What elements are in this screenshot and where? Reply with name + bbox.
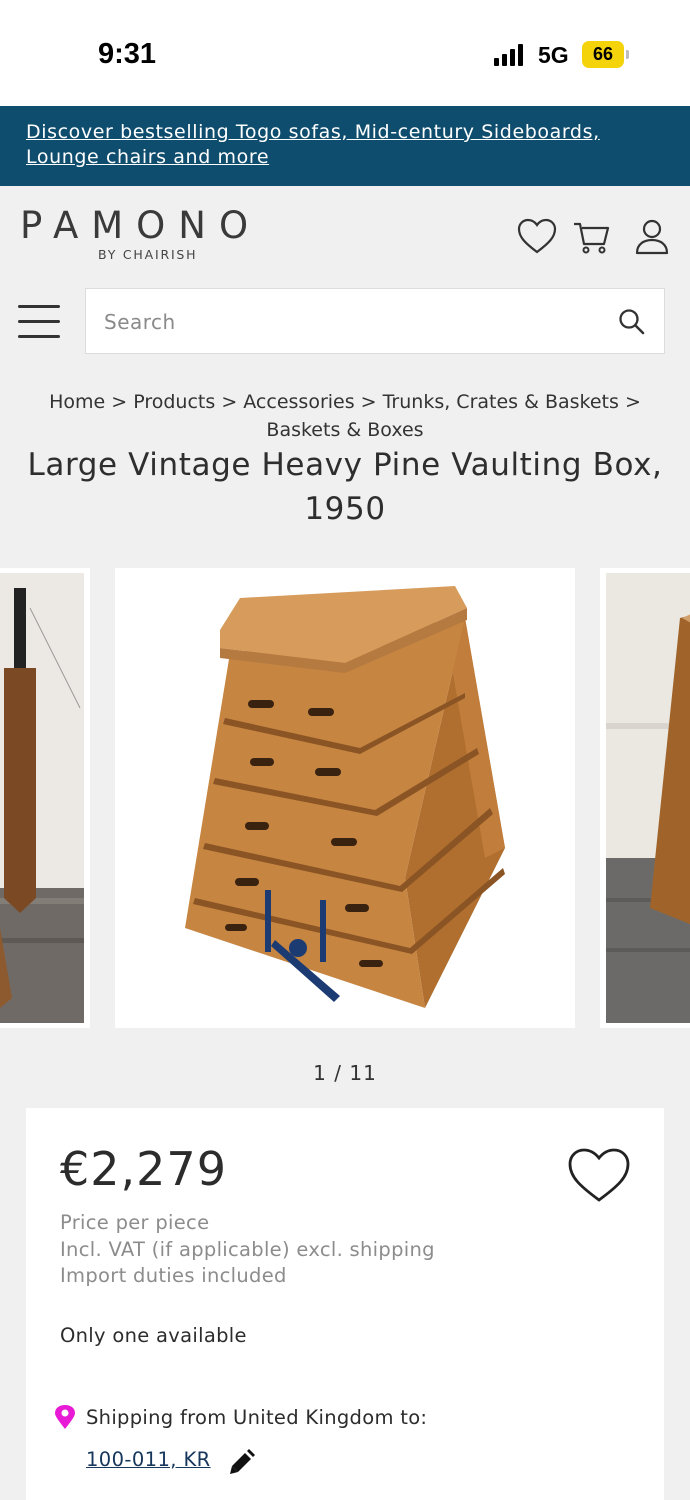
- battery-icon: 66: [582, 41, 624, 68]
- signal-icon: [494, 44, 523, 66]
- gallery-main-image[interactable]: [115, 568, 575, 1028]
- breadcrumb-line2[interactable]: Baskets & Boxes: [10, 416, 680, 444]
- product-price: €2,279: [60, 1142, 227, 1196]
- logo-subtitle: BY CHAIRISH: [98, 247, 198, 262]
- status-time: 9:31: [98, 38, 157, 70]
- promo-link-line2[interactable]: Lounge chairs and more: [26, 146, 269, 168]
- product-title-line2: 1950: [304, 491, 386, 527]
- promo-banner: Discover bestselling Togo sofas, Mid-cen…: [0, 106, 690, 186]
- vat-note: Incl. VAT (if applicable) excl. shipping: [60, 1237, 435, 1261]
- search-input[interactable]: [104, 307, 584, 337]
- favorite-heart-icon[interactable]: [568, 1148, 630, 1204]
- price-per-piece: Price per piece: [60, 1211, 210, 1234]
- search-bar: [85, 288, 665, 354]
- location-pin-icon: [55, 1405, 75, 1429]
- availability: Only one available: [60, 1324, 247, 1347]
- product-title-line1: Large Vintage Heavy Pine Vaulting Box,: [27, 447, 663, 483]
- shipping-label: Shipping from United Kingdom to:: [86, 1405, 428, 1429]
- breadcrumb[interactable]: Home > Products > Accessories > Trunks, …: [10, 388, 680, 444]
- price-card: €2,279 Price per piece Incl. VAT (if app…: [26, 1108, 664, 1500]
- hamburger-menu-icon[interactable]: [18, 305, 60, 339]
- promo-link-line1[interactable]: Discover bestselling Togo sofas, Mid-cen…: [26, 121, 600, 143]
- search-icon[interactable]: [618, 308, 646, 336]
- shipping-info: Shipping from United Kingdom to:: [54, 1404, 427, 1430]
- user-icon[interactable]: [632, 218, 672, 256]
- gallery-next-image[interactable]: [600, 568, 690, 1028]
- site-logo[interactable]: PAMONO: [20, 204, 261, 247]
- battery-tip: [626, 50, 629, 59]
- cart-icon[interactable]: [572, 218, 612, 256]
- price-notes: Price per piece Incl. VAT (if applicable…: [60, 1210, 435, 1290]
- product-title: Large Vintage Heavy Pine Vaulting Box, 1…: [10, 443, 680, 531]
- image-gallery[interactable]: [0, 568, 690, 1028]
- duties-note: Import duties included: [60, 1264, 287, 1287]
- gallery-counter: 1 / 11: [313, 1061, 377, 1085]
- postal-code-link[interactable]: 100-011, KR: [86, 1448, 211, 1471]
- gallery-prev-image[interactable]: [0, 568, 90, 1028]
- pencil-edit-icon[interactable]: [228, 1448, 256, 1476]
- status-bar: 9:31 5G 66: [0, 0, 690, 106]
- breadcrumb-line1[interactable]: Home > Products > Accessories > Trunks, …: [10, 388, 680, 416]
- heart-icon[interactable]: [517, 218, 557, 256]
- network-type: 5G: [538, 42, 569, 68]
